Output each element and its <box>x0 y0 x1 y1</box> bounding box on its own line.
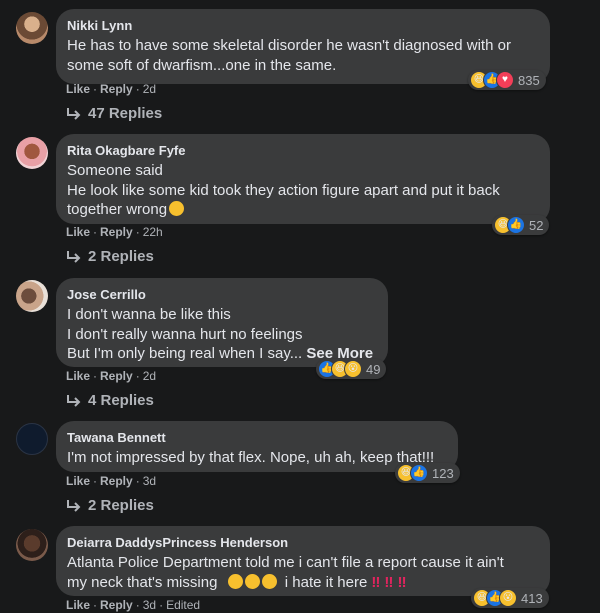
reply-link[interactable]: Reply <box>100 225 133 239</box>
reply-link[interactable]: Reply <box>100 369 133 383</box>
avatar[interactable] <box>16 137 48 169</box>
love-reaction-icon: ♥ <box>496 71 514 89</box>
exclamation-icon: ‼ <box>371 573 381 591</box>
reaction-count: 413 <box>521 590 543 606</box>
like-link[interactable]: Like <box>66 369 90 383</box>
comment-text-line: I don't wanna be like this <box>67 306 231 323</box>
comment-bubble: Jose Cerrillo I don't wanna be like this… <box>56 278 388 367</box>
reply-link[interactable]: Reply <box>100 598 133 612</box>
replies-count: 4 Replies <box>88 392 154 409</box>
reply-arrow-icon <box>67 107 81 120</box>
comment-actions: Like · Reply · 2d <box>66 82 157 96</box>
like-link[interactable]: Like <box>66 598 90 612</box>
comment-actions: Like · Reply · 3d <box>66 474 157 488</box>
view-replies-link[interactable]: 2 Replies <box>66 248 154 265</box>
avatar[interactable] <box>16 529 48 561</box>
comment-actions: Like · Reply · 3d · Edited <box>66 598 201 612</box>
comment-bubble: Deiarra DaddysPrincess Henderson Atlanta… <box>56 526 550 596</box>
comment-bubble: Rita Okagbare Fyfe Someone said He look … <box>56 134 550 224</box>
comment-text-line: together wrong <box>67 200 538 220</box>
timestamp[interactable]: 3d <box>143 474 156 488</box>
exclamation-icon: ‼ <box>397 573 407 591</box>
replies-count: 2 Replies <box>88 497 154 514</box>
comment-author[interactable]: Nikki Lynn <box>67 17 538 34</box>
comment-author[interactable]: Deiarra DaddysPrincess Henderson <box>67 534 538 551</box>
like-link[interactable]: Like <box>66 474 90 488</box>
timestamp[interactable]: 22h <box>143 225 163 239</box>
comment-author[interactable]: Jose Cerrillo <box>67 286 376 303</box>
avatar[interactable] <box>16 280 48 312</box>
comment-text-line: I don't really wanna hurt no feelings <box>67 325 303 343</box>
comment-actions: Like · Reply · 2d <box>66 369 157 383</box>
reaction-count: 52 <box>529 217 544 233</box>
like-reaction-icon: 👍 <box>507 216 525 234</box>
comment-author[interactable]: Tawana Bennett <box>67 429 446 446</box>
edited-label: Edited <box>166 598 201 612</box>
comment-text-line: He look like some kid took they action f… <box>67 181 500 199</box>
avatar[interactable] <box>16 423 48 455</box>
reply-link[interactable]: Reply <box>100 474 133 488</box>
replies-count: 2 Replies <box>88 248 154 265</box>
comment-text-line: some soft of dwarfism...one in the same. <box>67 56 337 74</box>
reaction-summary[interactable]: 😆 👍 ♥ 835 <box>468 70 546 90</box>
exclamation-icon: ‼ <box>384 573 394 591</box>
like-link[interactable]: Like <box>66 82 90 96</box>
reaction-summary[interactable]: 😆 👍 😮 413 <box>471 588 549 608</box>
grimace-emoji-icon <box>169 201 185 216</box>
like-reaction-icon: 👍 <box>410 464 428 482</box>
reply-link[interactable]: Reply <box>100 82 133 96</box>
reaction-summary[interactable]: 😆 👍 52 <box>492 215 550 235</box>
reply-arrow-icon <box>67 499 81 512</box>
timestamp[interactable]: 2d <box>143 82 156 96</box>
comment-text-line: my neck that's missing i hate it here ‼ ‼ ‼ <box>67 573 407 591</box>
reaction-count: 123 <box>432 465 454 481</box>
crying-emoji-icon <box>227 573 243 589</box>
reply-arrow-icon <box>67 250 81 263</box>
comment-text-line: He has to have some skeletal disorder he… <box>67 37 511 54</box>
replies-count: 47 Replies <box>88 105 163 122</box>
view-replies-link[interactable]: 47 Replies <box>66 105 162 122</box>
avatar[interactable] <box>16 12 48 44</box>
reply-arrow-icon <box>67 394 81 407</box>
reaction-count: 835 <box>518 72 540 88</box>
view-replies-link[interactable]: 4 Replies <box>66 392 154 409</box>
wow-reaction-icon: 😮 <box>344 360 362 378</box>
wow-reaction-icon: 😮 <box>499 589 517 607</box>
crying-emoji-icon <box>244 573 260 589</box>
crying-emoji-icon <box>261 573 277 589</box>
timestamp[interactable]: 2d <box>143 369 156 383</box>
reaction-summary[interactable]: 😆 👍 123 <box>395 463 460 483</box>
comment-actions: Like · Reply · 22h <box>66 225 163 239</box>
comment-text-line: I'm not impressed by that flex. Nope, uh… <box>67 449 435 466</box>
reaction-summary[interactable]: 👍 😆 😮 49 <box>316 359 387 379</box>
reaction-count: 49 <box>366 361 381 377</box>
comment-text-line: Atlanta Police Department told me i can'… <box>67 554 504 571</box>
like-link[interactable]: Like <box>66 225 90 239</box>
timestamp[interactable]: 3d <box>143 598 156 612</box>
view-replies-link[interactable]: 2 Replies <box>66 497 154 514</box>
comment-text-line: Someone said <box>67 162 163 179</box>
comment-author[interactable]: Rita Okagbare Fyfe <box>67 142 538 159</box>
